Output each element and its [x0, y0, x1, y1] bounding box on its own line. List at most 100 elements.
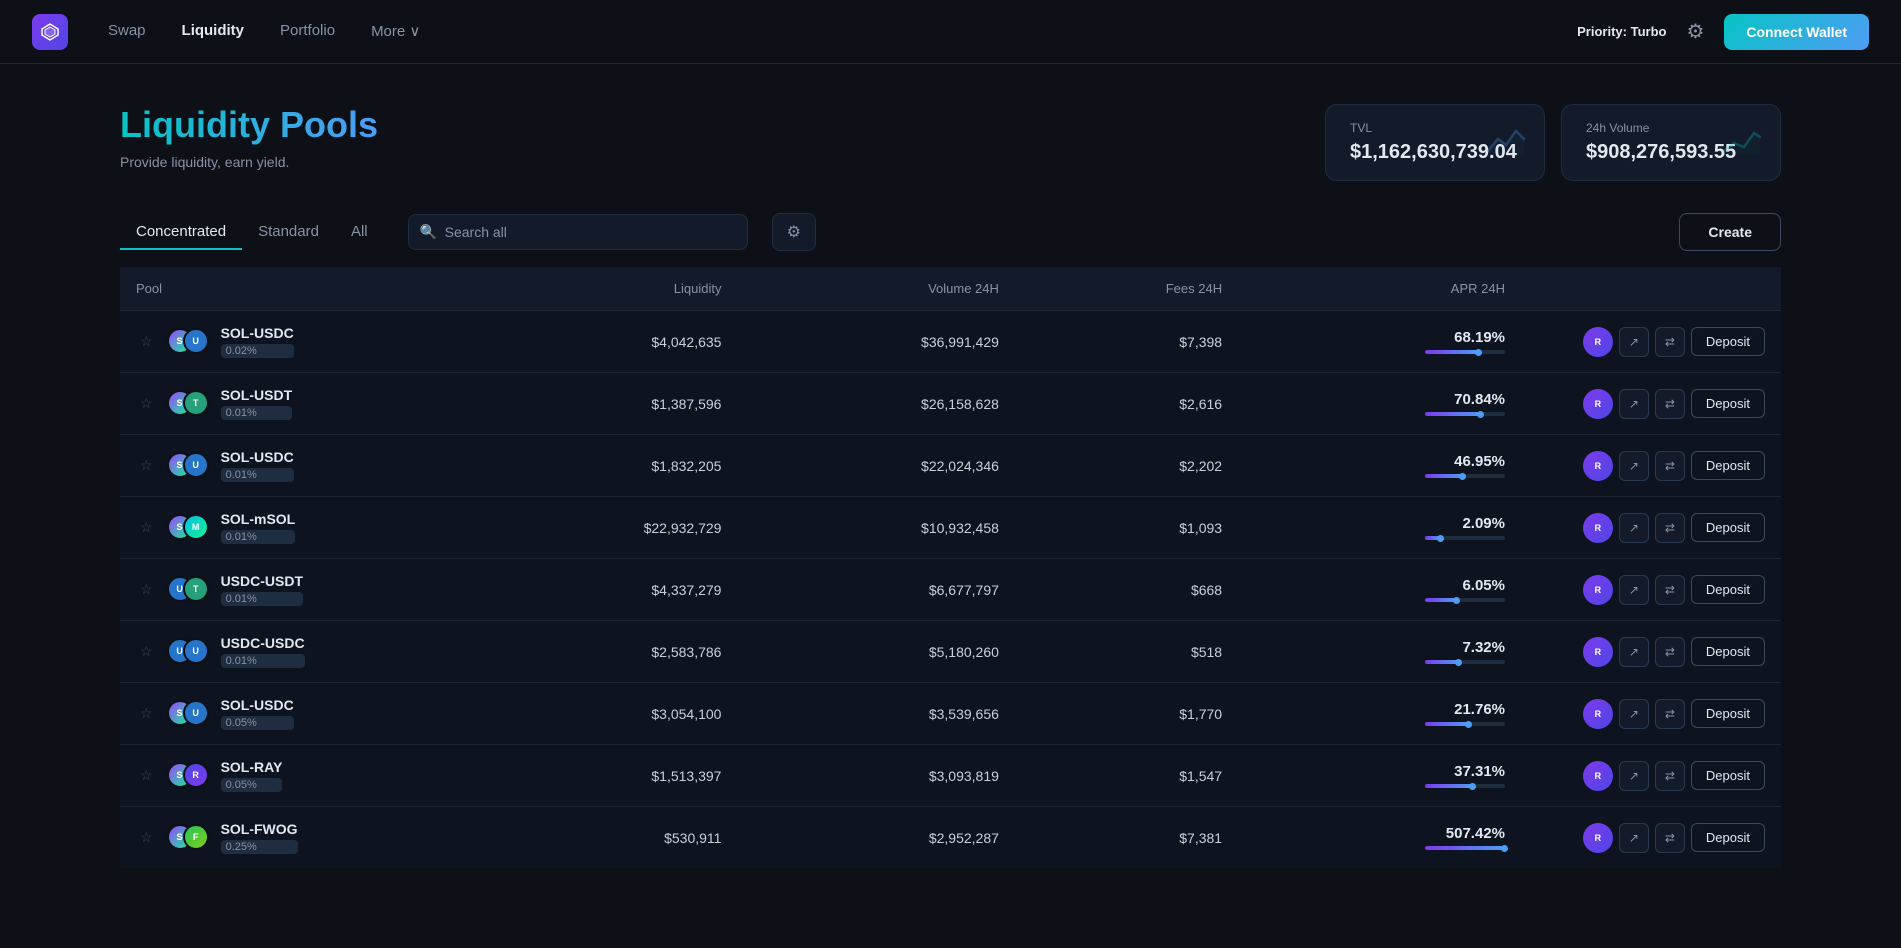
pool-name: SOL-USDT — [221, 387, 293, 403]
fees-cell: $7,381 — [1015, 807, 1238, 869]
volume-cell: $3,539,656 — [737, 683, 1014, 745]
chart-button[interactable]: ↗ — [1619, 327, 1649, 357]
tab-standard[interactable]: Standard — [242, 215, 335, 250]
token-icons: S U — [167, 700, 211, 728]
swap-button[interactable]: ⇄ — [1655, 823, 1685, 853]
deposit-button[interactable]: Deposit — [1691, 575, 1765, 604]
raydium-badge: R — [1583, 575, 1613, 605]
raydium-badge: R — [1583, 451, 1613, 481]
nav-liquidity[interactable]: Liquidity — [182, 22, 245, 39]
nav-swap[interactable]: Swap — [108, 22, 146, 39]
tvl-icon — [1480, 119, 1528, 167]
search-input[interactable] — [408, 214, 748, 250]
token-icon-2: T — [183, 390, 209, 416]
chart-button[interactable]: ↗ — [1619, 575, 1649, 605]
chart-button[interactable]: ↗ — [1619, 823, 1649, 853]
favorite-button[interactable]: ☆ — [136, 395, 157, 412]
swap-button[interactable]: ⇄ — [1655, 761, 1685, 791]
favorite-button[interactable]: ☆ — [136, 333, 157, 350]
nav-portfolio[interactable]: Portfolio — [280, 22, 335, 39]
swap-button[interactable]: ⇄ — [1655, 327, 1685, 357]
favorite-button[interactable]: ☆ — [136, 457, 157, 474]
apr-bar-dot — [1475, 349, 1482, 356]
apr-bar-dot — [1455, 659, 1462, 666]
fees-cell: $668 — [1015, 559, 1238, 621]
token-icon-2: F — [183, 824, 209, 850]
chart-button[interactable]: ↗ — [1619, 451, 1649, 481]
actions-cell-6: R ↗ ⇄ Deposit — [1521, 683, 1781, 745]
pool-name: SOL-mSOL — [221, 511, 296, 527]
chart-button[interactable]: ↗ — [1619, 637, 1649, 667]
favorite-button[interactable]: ☆ — [136, 767, 157, 784]
swap-button[interactable]: ⇄ — [1655, 575, 1685, 605]
favorite-button[interactable]: ☆ — [136, 643, 157, 660]
token-icon-2: T — [183, 576, 209, 602]
pool-name-section: SOL-FWOG 0.25% — [221, 821, 298, 854]
favorite-button[interactable]: ☆ — [136, 519, 157, 536]
tab-all[interactable]: All — [335, 215, 384, 250]
liquidity-cell: $1,387,596 — [460, 373, 737, 435]
deposit-button[interactable]: Deposit — [1691, 389, 1765, 418]
deposit-button[interactable]: Deposit — [1691, 761, 1765, 790]
raydium-badge: R — [1583, 823, 1613, 853]
token-icons: U T — [167, 576, 211, 604]
apr-bar — [1425, 784, 1505, 788]
tvl-card: TVL $1,162,630,739.04 — [1325, 104, 1545, 181]
settings-button[interactable]: ⚙ — [1682, 15, 1708, 48]
apr-bar — [1425, 350, 1505, 354]
logo-icon — [32, 14, 68, 50]
liquidity-cell: $1,832,205 — [460, 435, 737, 497]
swap-button[interactable]: ⇄ — [1655, 513, 1685, 543]
pool-fee: 0.25% — [221, 840, 298, 854]
connect-wallet-button[interactable]: Connect Wallet — [1724, 14, 1869, 50]
chart-button[interactable]: ↗ — [1619, 699, 1649, 729]
deposit-button[interactable]: Deposit — [1691, 637, 1765, 666]
apr-cell: 6.05% — [1238, 559, 1521, 621]
page-header: Liquidity Pools Provide liquidity, earn … — [120, 104, 1781, 181]
token-icon-2: U — [183, 452, 209, 478]
swap-button[interactable]: ⇄ — [1655, 699, 1685, 729]
deposit-button[interactable]: Deposit — [1691, 327, 1765, 356]
favorite-button[interactable]: ☆ — [136, 581, 157, 598]
tab-concentrated[interactable]: Concentrated — [120, 215, 242, 250]
apr-value: 21.76% — [1454, 701, 1505, 718]
table-row: ☆ S R SOL-RAY 0.05% $1,513,397 $3,093,81… — [120, 745, 1781, 807]
apr-bar — [1425, 412, 1505, 416]
token-icons: S T — [167, 390, 211, 418]
deposit-button[interactable]: Deposit — [1691, 513, 1765, 542]
favorite-button[interactable]: ☆ — [136, 829, 157, 846]
create-button[interactable]: Create — [1679, 213, 1781, 251]
token-icons: S U — [167, 328, 211, 356]
nav-links: Swap Liquidity Portfolio More ∨ — [108, 22, 420, 41]
filter-button[interactable]: ⚙ — [772, 213, 816, 251]
chart-button[interactable]: ↗ — [1619, 513, 1649, 543]
apr-bar — [1425, 536, 1505, 540]
swap-button[interactable]: ⇄ — [1655, 389, 1685, 419]
liquidity-cell: $2,583,786 — [460, 621, 737, 683]
raydium-badge: R — [1583, 327, 1613, 357]
fees-cell: $2,202 — [1015, 435, 1238, 497]
deposit-button[interactable]: Deposit — [1691, 699, 1765, 728]
favorite-button[interactable]: ☆ — [136, 705, 157, 722]
swap-button[interactable]: ⇄ — [1655, 451, 1685, 481]
token-icons: S F — [167, 824, 211, 852]
deposit-button[interactable]: Deposit — [1691, 823, 1765, 852]
apr-bar-fill — [1425, 350, 1479, 354]
table-row: ☆ U U USDC-USDC 0.01% $2,583,786 $5,180,… — [120, 621, 1781, 683]
pool-fee: 0.02% — [221, 344, 294, 358]
swap-button[interactable]: ⇄ — [1655, 637, 1685, 667]
chart-button[interactable]: ↗ — [1619, 389, 1649, 419]
chart-button[interactable]: ↗ — [1619, 761, 1649, 791]
raydium-badge: R — [1583, 761, 1613, 791]
deposit-button[interactable]: Deposit — [1691, 451, 1765, 480]
search-icon: 🔍 — [420, 224, 437, 241]
volume-cell: $6,677,797 — [737, 559, 1014, 621]
nav-more[interactable]: More ∨ — [371, 23, 420, 40]
apr-bar-dot — [1459, 473, 1466, 480]
apr-bar — [1425, 722, 1505, 726]
pool-name: USDC-USDC — [221, 635, 305, 651]
apr-bar — [1425, 598, 1505, 602]
volume-cell: $5,180,260 — [737, 621, 1014, 683]
table-row: ☆ S U SOL-USDC 0.05% $3,054,100 $3,539,6… — [120, 683, 1781, 745]
apr-value: 507.42% — [1446, 825, 1505, 842]
